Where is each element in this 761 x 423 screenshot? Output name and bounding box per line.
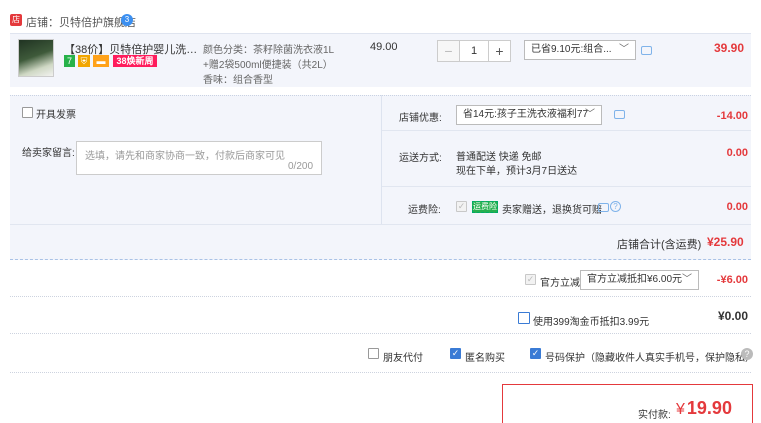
- wangwang-chat-icon[interactable]: 3: [121, 14, 133, 26]
- chat-bubble-icon[interactable]: [614, 110, 625, 119]
- payment-amount: ¥19.90: [676, 398, 732, 419]
- shipping-amount: 0.00: [726, 147, 748, 159]
- friend-pay-checkbox[interactable]: [368, 348, 379, 359]
- help-icon[interactable]: ?: [610, 201, 621, 212]
- row-divider: [382, 130, 751, 131]
- shop-total-label: 店铺合计(含运费): [617, 239, 702, 251]
- insurance-badge: 运费险: [472, 201, 498, 213]
- insurance-text: 卖家赠送，退换货可赔: [502, 205, 602, 216]
- row-divider: [382, 186, 751, 187]
- anonymous-checkbox[interactable]: ✓: [450, 348, 461, 359]
- coupon-label: 店铺优惠:: [399, 113, 442, 124]
- payment-value: 19.90: [686, 398, 732, 418]
- shop-name-link[interactable]: 店铺：贝特倍护旗舰店: [26, 14, 136, 30]
- invoice-label: 开具发票: [36, 110, 76, 121]
- gov-discount-amount: -¥6.00: [716, 274, 748, 286]
- coin-discount-amount: ¥0.00: [717, 309, 748, 323]
- help-icon[interactable]: ?: [741, 348, 753, 360]
- shipping-eta: 现在下单，预计3月7日送达: [456, 166, 578, 177]
- anonymous-label: 匿名购买: [465, 353, 505, 364]
- item-total-price: 39.90: [714, 41, 745, 55]
- promo-event-badge: 38焕新周: [113, 55, 157, 67]
- credit-card-icon: ▬: [93, 55, 109, 67]
- item-promo-select[interactable]: 已省9.10元:组合... ﹀: [524, 40, 636, 60]
- shop-coupon-select[interactable]: 省14元:孩子王洗衣液福利77 ﹀: [456, 105, 602, 125]
- chat-bubble-icon[interactable]: [641, 46, 652, 55]
- options-divider: [381, 95, 382, 224]
- chevron-down-icon: ﹀: [619, 44, 629, 55]
- section-divider: [10, 296, 751, 297]
- insurance-checkbox: ✓: [456, 201, 467, 212]
- shipping-label: 运送方式:: [399, 153, 442, 164]
- quantity-input[interactable]: 1: [460, 40, 488, 62]
- unit-price: 49.00: [370, 41, 398, 53]
- sku-color: 颜色分类：茶籽除菌洗衣液1L: [203, 45, 335, 56]
- gov-discount-label: 官方立减: [540, 278, 580, 289]
- coupon-amount: -14.00: [716, 110, 748, 122]
- section-divider: [10, 372, 751, 373]
- currency-symbol: ¥: [676, 401, 685, 418]
- friend-pay-label: 朋友代付: [383, 353, 423, 364]
- payment-label: 实付款:: [638, 410, 671, 421]
- seven-day-return-icon: 7: [64, 55, 75, 67]
- shipping-method: 普通配送 快递 免邮: [456, 152, 542, 163]
- message-placeholder: 选填，请先和商家协商一致，付款后商家可见: [85, 151, 285, 162]
- shop-coupon-select-value: 省14元:孩子王洗衣液福利77: [463, 109, 589, 120]
- chevron-down-icon: ﹀: [585, 109, 595, 120]
- coin-discount-checkbox[interactable]: [518, 312, 530, 324]
- chat-bubble-icon[interactable]: [598, 203, 609, 212]
- sku-gift: +赠2袋500ml便捷装（共2L）: [203, 60, 333, 71]
- shop-total-value: ¥25.90: [707, 235, 744, 249]
- privacy-checkbox[interactable]: ✓: [530, 348, 541, 359]
- shop-icon: 店: [10, 14, 22, 26]
- message-char-counter: 0/200: [288, 161, 314, 172]
- invoice-checkbox[interactable]: [22, 107, 33, 118]
- gov-discount-select-value: 官方立减抵扣¥6.00元: [587, 274, 683, 285]
- item-promo-select-value: 已省9.10元:组合...: [531, 44, 612, 55]
- sku-scent: 香味：组合香型: [203, 75, 273, 86]
- insurance-label: 运费险:: [408, 205, 441, 216]
- gov-discount-checkbox: ✓: [525, 274, 536, 285]
- insurance-amount: 0.00: [726, 201, 748, 213]
- quantity-increase-button[interactable]: +: [488, 40, 511, 62]
- quantity-decrease-button[interactable]: −: [437, 40, 460, 62]
- privacy-label: 号码保护（隐藏收件人真实手机号，保护隐私）: [545, 353, 755, 364]
- guarantee-icon: ⛨: [78, 55, 90, 67]
- message-label: 给卖家留言:: [22, 148, 75, 159]
- coin-discount-label: 使用399淘金币抵扣3.99元: [533, 317, 650, 328]
- item-thumbnail[interactable]: [18, 39, 54, 77]
- section-divider: [10, 333, 751, 334]
